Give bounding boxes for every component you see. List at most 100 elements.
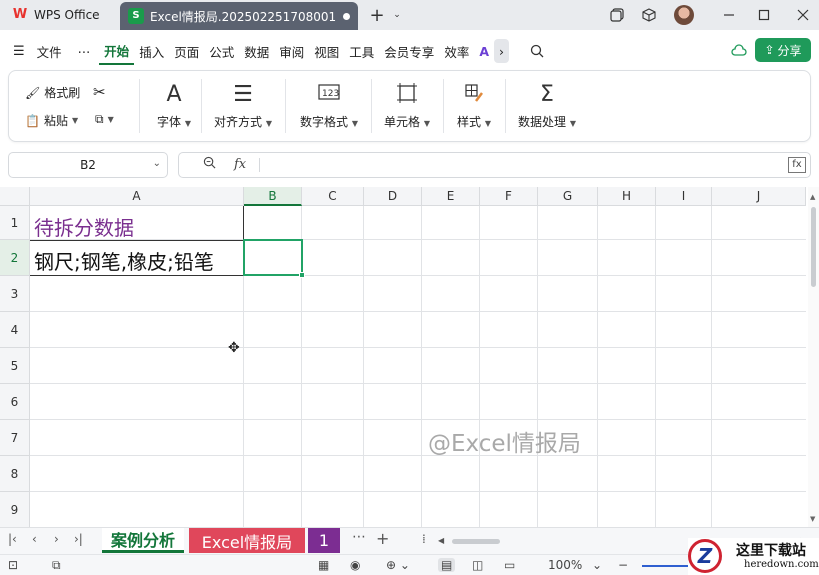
last-sheet-icon[interactable]: ›| [74, 532, 83, 546]
minimize-icon[interactable] [718, 4, 740, 26]
cut-icon[interactable]: ✂ [93, 83, 106, 101]
page-view-icon[interactable]: ◫ [472, 558, 483, 572]
app-home-tab[interactable]: W WPS Office [6, 3, 106, 27]
table-view-icon[interactable]: ▦ [318, 558, 329, 572]
menu-home[interactable]: 开始 [99, 37, 135, 65]
menu-review[interactable]: 审阅 [274, 37, 309, 65]
zoom-search-icon[interactable] [203, 156, 216, 173]
data-process-group[interactable]: Σ 数据处理 ▼ [513, 71, 581, 141]
maximize-icon[interactable] [753, 4, 775, 26]
horizontal-scroll-thumb[interactable] [452, 539, 500, 544]
position-icon[interactable]: ⊕ ⌄ [386, 558, 410, 572]
hscroll-divider[interactable]: ⁞ [422, 532, 426, 546]
macro-icon[interactable]: ⊡ [8, 558, 18, 572]
row-header-7[interactable]: 7 [0, 420, 30, 456]
next-sheet-icon[interactable]: › [54, 532, 59, 546]
normal-view-icon[interactable]: ▤ [438, 558, 456, 572]
row-header-3[interactable]: 3 [0, 276, 30, 312]
column-header-d[interactable]: D [364, 187, 422, 206]
document-tab[interactable]: S Excel情报局.20250225170800133 [120, 2, 358, 30]
menu-file[interactable]: 文件 [32, 37, 67, 65]
column-header-f[interactable]: F [480, 187, 538, 206]
number-format-group[interactable]: 123 数字格式 ▼ [293, 71, 365, 141]
sheet-tab-3[interactable]: 1 [308, 528, 340, 553]
unsaved-dot-icon[interactable] [343, 12, 350, 20]
column-header-h[interactable]: H [598, 187, 656, 206]
row-header-6[interactable]: 6 [0, 384, 30, 420]
eye-protection-icon[interactable]: ◉ [350, 558, 360, 572]
more-sheets-icon[interactable]: ⋯ [352, 529, 366, 545]
column-header-b[interactable]: B [244, 187, 302, 206]
vertical-scroll-thumb[interactable] [811, 207, 816, 287]
menu-efficiency[interactable]: 效率 [439, 37, 474, 65]
copy-button[interactable]: ⧉ ▼ [95, 112, 114, 127]
zoom-out-icon[interactable]: − [618, 558, 628, 572]
column-header-c[interactable]: C [302, 187, 364, 206]
vertical-scrollbar[interactable]: ▲ ▼ [808, 187, 819, 527]
align-group[interactable]: ☰ 对齐方式 ▼ [207, 71, 279, 141]
font-label: 字体 [157, 114, 182, 129]
menu-scroll-right-icon[interactable]: › [494, 39, 510, 63]
zoom-slider[interactable] [642, 565, 692, 567]
zoom-dropdown-icon[interactable]: ⌄ [592, 558, 602, 572]
style-label: 样式 [457, 114, 482, 129]
column-header-e[interactable]: E [422, 187, 480, 206]
menu-data[interactable]: 数据 [239, 37, 274, 65]
window-restore-icon[interactable] [606, 4, 628, 26]
site-logo-icon: Z [688, 539, 722, 573]
tab-list-chevron-icon[interactable]: ⌄ [386, 4, 408, 26]
style-group[interactable]: 样式 ▼ [449, 71, 499, 141]
close-icon[interactable] [792, 4, 814, 26]
paste-button[interactable]: 📋 粘贴 ▼ [25, 112, 78, 129]
hamburger-menu-icon[interactable]: ☰ [8, 37, 30, 65]
expand-formula-icon[interactable]: fx [788, 157, 806, 173]
row-header-5[interactable]: 5 [0, 348, 30, 384]
share-button[interactable]: ⇪ 分享 [755, 38, 811, 62]
menu-member[interactable]: 会员专享 [379, 37, 439, 65]
menu-tools[interactable]: 工具 [344, 37, 379, 65]
spreadsheet-grid[interactable]: A B C D E F G H I J 1 2 3 4 5 6 7 8 9 待拆… [0, 187, 806, 527]
column-header-j[interactable]: J [712, 187, 806, 206]
name-box[interactable]: B2 ⌄ [8, 152, 168, 178]
selected-cell-b2[interactable] [243, 239, 305, 278]
font-group[interactable]: A 字体 ▼ [149, 71, 199, 141]
page-break-view-icon[interactable]: ▭ [504, 558, 515, 572]
cell-a1[interactable]: 待拆分数据 [34, 212, 134, 241]
scroll-left-icon[interactable]: ◀ [438, 536, 444, 545]
cell-a2[interactable]: 钢尺;钢笔,橡皮;铅笔 [34, 246, 214, 275]
chevron-down-icon[interactable]: ⌄ [153, 158, 161, 169]
fill-handle[interactable] [299, 272, 305, 278]
menu-view[interactable]: 视图 [309, 37, 344, 65]
column-header-a[interactable]: A [30, 187, 244, 206]
new-tab-icon[interactable]: + [366, 4, 388, 26]
column-header-i[interactable]: I [656, 187, 712, 206]
row-header-9[interactable]: 9 [0, 492, 30, 527]
row-header-1[interactable]: 1 [0, 206, 30, 240]
sheet-tab-2[interactable]: Excel情报局 [189, 528, 305, 553]
ai-icon[interactable]: A [474, 37, 494, 65]
brush-icon: 🖌 [25, 85, 41, 100]
user-avatar[interactable] [674, 5, 694, 25]
add-sheet-icon[interactable]: + [376, 529, 389, 548]
format-painter-button[interactable]: 🖌 格式刷 [25, 84, 80, 101]
cloud-sync-icon[interactable] [726, 37, 752, 65]
zoom-level[interactable]: 100% [548, 558, 582, 572]
row-header-4[interactable]: 4 [0, 312, 30, 348]
menu-insert[interactable]: 插入 [134, 37, 169, 65]
record-icon[interactable]: ⧉ [52, 558, 61, 573]
fx-icon[interactable]: fx [234, 157, 246, 172]
cube-icon[interactable] [638, 4, 660, 26]
column-header-g[interactable]: G [538, 187, 598, 206]
row-header-8[interactable]: 8 [0, 456, 30, 492]
menu-page[interactable]: 页面 [169, 37, 204, 65]
cell-group[interactable]: 单元格 ▼ [377, 71, 437, 141]
row-header-2[interactable]: 2 [0, 240, 30, 276]
menu-formula[interactable]: 公式 [204, 37, 239, 65]
first-sheet-icon[interactable]: |‹ [8, 532, 17, 546]
sheet-tab-1[interactable]: 案例分析 [102, 528, 184, 553]
prev-sheet-icon[interactable]: ‹ [32, 532, 37, 546]
menu-more-icon[interactable]: ⋯ [73, 37, 96, 65]
search-icon[interactable] [525, 37, 549, 65]
select-all-corner[interactable] [0, 187, 30, 206]
formula-bar[interactable]: fx fx [178, 152, 811, 178]
